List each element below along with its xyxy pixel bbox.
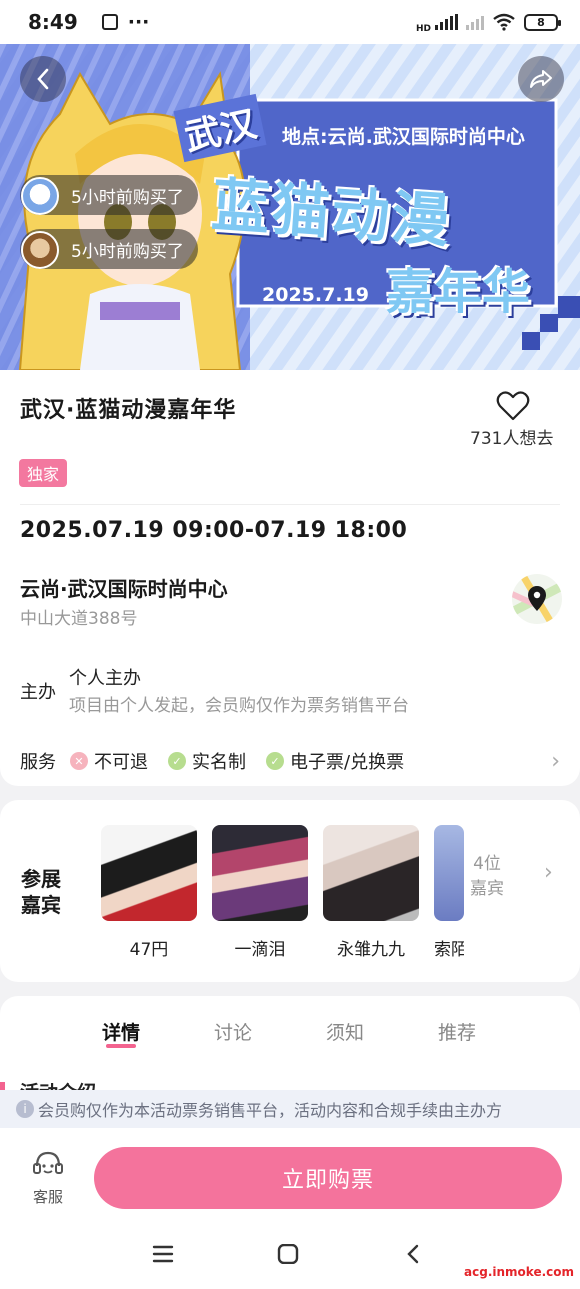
more-guests-count: 4位 <box>473 854 501 874</box>
guest-photo <box>212 825 308 921</box>
watermark: acg.inmoke.com <box>462 1265 576 1279</box>
more-notifications-icon: ··· <box>127 11 150 33</box>
hd-icon: HD <box>415 23 431 34</box>
back-icon <box>37 68 49 90</box>
customer-service-button[interactable]: 客服 <box>28 1150 68 1207</box>
more-guests-label: 嘉宾 <box>470 879 504 899</box>
guests-label-line: 嘉宾 <box>21 893 61 917</box>
share-button[interactable] <box>518 56 564 102</box>
purchase-toast-text: 5小时前购买了 <box>71 187 184 208</box>
guest-name: 永雏九九 <box>337 940 405 960</box>
purchase-toast: 5小时前购买了 <box>20 229 198 269</box>
guests-label: 参展 嘉宾 <box>21 866 61 918</box>
guest-item[interactable]: 一滴泪 <box>212 825 308 960</box>
guest-name: 47円 <box>129 940 169 960</box>
clock: 8:49 <box>28 10 78 34</box>
service-item: ✓ 电子票/兑换票 <box>266 748 404 774</box>
services-row[interactable]: 服务 ✕ 不可退 ✓ 实名制 ✓ 电子票/兑换票 › <box>20 748 560 774</box>
purchase-toast-text: 5小时前购买了 <box>71 241 184 262</box>
guests-card: 参展 嘉宾 47円 一滴泪 永雏九九 索陌 4位 嘉宾 <box>0 800 580 982</box>
signal-weak-icon <box>466 14 484 30</box>
purchase-toast: 5小时前购买了 <box>20 175 198 215</box>
banner-location-text: 地点:云尚.武汉国际时尚中心 <box>282 126 525 148</box>
guest-photo <box>101 825 197 921</box>
wifi-icon <box>493 13 515 31</box>
banner-name-line2: 嘉年华 <box>386 264 531 320</box>
tab-notice[interactable]: 须知 <box>326 1018 364 1045</box>
more-guests[interactable]: 4位 嘉宾 <box>470 852 504 902</box>
platform-notice: i 会员购仅作为本活动票务销售平台，活动内容和合规手续由主办方 <box>0 1090 580 1128</box>
back-nav-icon[interactable] <box>405 1244 421 1264</box>
map-pin-icon <box>512 574 562 624</box>
tab-discussion[interactable]: 讨论 <box>214 1018 252 1045</box>
share-icon <box>530 70 552 88</box>
banner-name-line1: 蓝猫动漫 <box>209 170 454 256</box>
banner-date-text: 2025.7.19 <box>262 284 369 306</box>
guest-item[interactable]: 47円 <box>101 825 197 960</box>
venue-name[interactable]: 云尚·武汉国际时尚中心 <box>20 573 228 602</box>
not-allowed-icon: ✕ <box>70 752 88 770</box>
bottom-action-bar: 客服 立即购票 <box>0 1128 580 1224</box>
want-heart-icon[interactable] <box>496 390 530 422</box>
check-icon: ✓ <box>266 752 284 770</box>
system-nav-bar: acg.inmoke.com <box>0 1224 580 1289</box>
divider <box>20 504 560 505</box>
services-label: 服务 <box>20 752 56 773</box>
tab-recommend[interactable]: 推荐 <box>438 1018 476 1045</box>
service-label: 电子票/兑换票 <box>290 752 405 773</box>
event-title: 武汉·蓝猫动漫嘉年华 <box>20 398 237 423</box>
customer-service-icon <box>33 1151 63 1174</box>
guest-photo <box>323 825 419 921</box>
service-item: ✕ 不可退 <box>70 748 148 774</box>
gallery-notification-icon <box>101 14 118 30</box>
service-label: 不可退 <box>94 752 148 773</box>
guests-label-line: 参展 <box>21 867 61 891</box>
organizer-description: 项目由个人发起，会员购仅作为票务销售平台 <box>69 696 409 716</box>
battery-icon: 8 <box>524 13 561 31</box>
status-bar: 8:49 ··· HD 8 <box>0 0 580 44</box>
want-count: 731人想去 <box>470 429 554 449</box>
check-icon: ✓ <box>168 752 186 770</box>
tab-indicator <box>106 1044 136 1048</box>
chevron-right-icon: › <box>551 748 560 774</box>
signal-icon <box>435 14 458 30</box>
guest-name: 索陌 <box>434 940 464 960</box>
service-label: 实名制 <box>192 752 246 773</box>
avatar <box>21 230 59 269</box>
info-icon: i <box>16 1100 34 1118</box>
service-item: ✓ 实名制 <box>168 748 246 774</box>
organizer-label: 主办 <box>20 682 56 703</box>
organizer-name: 个人主办 <box>69 668 141 689</box>
map-button[interactable] <box>512 574 562 624</box>
exclusive-badge: 独家 <box>19 459 68 487</box>
notice-text: 会员购仅作为本活动票务销售平台，活动内容和合规手续由主办方 <box>38 1101 503 1120</box>
guest-item[interactable]: 索陌 <box>434 825 464 960</box>
customer-service-label: 客服 <box>32 1188 63 1206</box>
avatar <box>21 176 59 215</box>
event-banner: 武汉 地点:云尚.武汉国际时尚中心 蓝猫动漫 嘉年华 2025.7.19 5小时… <box>0 44 580 370</box>
venue-address: 中山大道388号 <box>20 609 138 629</box>
guest-item[interactable]: 永雏九九 <box>323 825 419 960</box>
buy-now-button[interactable]: 立即购票 <box>94 1147 562 1209</box>
chevron-right-icon[interactable]: › <box>544 860 553 885</box>
back-button[interactable] <box>20 56 66 102</box>
home-icon[interactable] <box>277 1244 299 1264</box>
event-datetime: 2025.07.19 09:00-07.19 18:00 <box>20 518 408 543</box>
event-info-card: 武汉·蓝猫动漫嘉年华 731人想去 独家 2025.07.19 09:00-07… <box>0 370 580 786</box>
tab-details[interactable]: 详情 <box>102 1018 140 1045</box>
menu-icon[interactable] <box>152 1244 174 1264</box>
guest-photo <box>434 825 464 921</box>
guest-name: 一滴泪 <box>234 940 286 960</box>
